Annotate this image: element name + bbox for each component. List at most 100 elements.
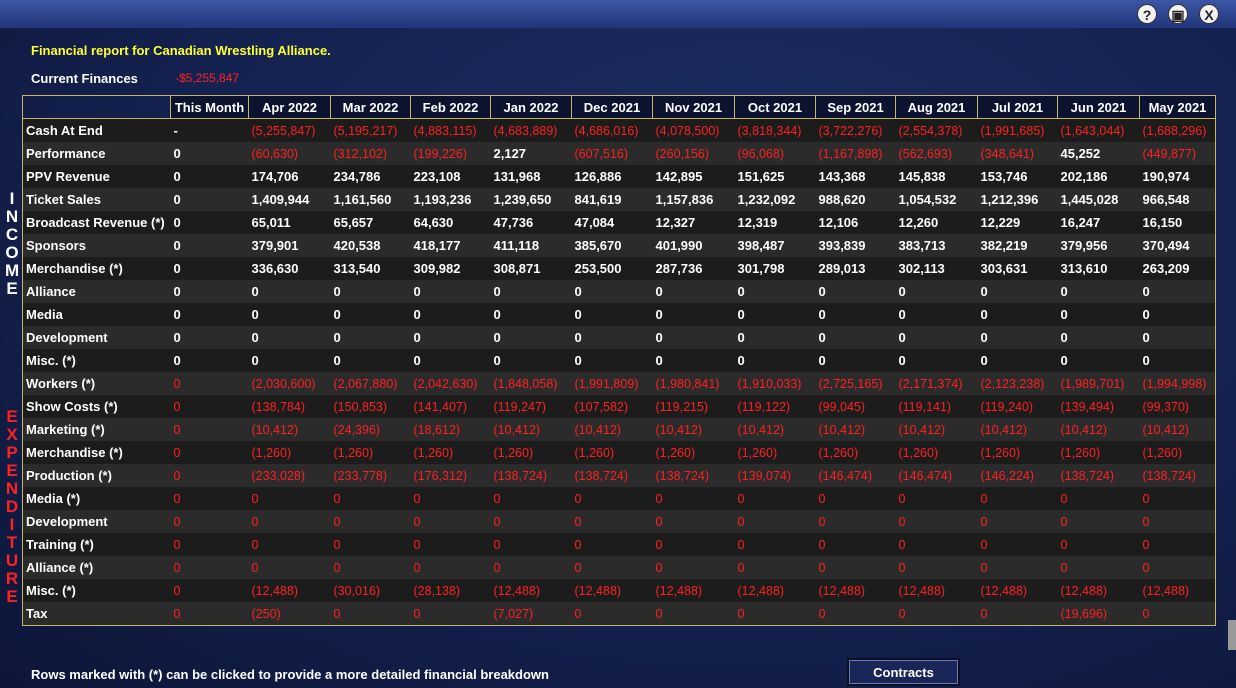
table-row: Ticket Sales 0 1,409,944 1,161,560 1,193,236… bbox=[22, 188, 1216, 211]
table-cell: 0 bbox=[1139, 487, 1216, 510]
table-cell: (233,028) bbox=[248, 464, 331, 487]
table-cell: 0 bbox=[170, 280, 249, 303]
column-header: Mar 2022 bbox=[330, 95, 411, 119]
column-header: This Month bbox=[170, 95, 249, 119]
table-cell: 0 bbox=[815, 303, 896, 326]
table-row[interactable]: Marketing (*) 0 (10,412) (24,396) (18,612) (1… bbox=[22, 418, 1216, 441]
row-label[interactable]: Merchandise (*) bbox=[22, 257, 171, 280]
table-cell: 0 bbox=[1057, 280, 1140, 303]
row-label: Ticket Sales bbox=[22, 188, 171, 211]
table-cell: 0 bbox=[571, 326, 653, 349]
table-cell: 0 bbox=[248, 303, 331, 326]
table-cell: 0 bbox=[734, 303, 816, 326]
row-label[interactable]: Merchandise (*) bbox=[22, 441, 171, 464]
table-cell: (2,554,378) bbox=[895, 118, 978, 142]
help-icon[interactable]: ? bbox=[1137, 4, 1157, 24]
row-label[interactable]: Show Costs (*) bbox=[22, 395, 171, 418]
table-cell: 151,625 bbox=[734, 165, 816, 188]
expenditure-letter: D bbox=[5, 497, 19, 516]
table-cell: (1,848,058) bbox=[490, 372, 572, 395]
table-row: Tax 0 (250) 0 0 (7,027) 0 0 0 0 0 0 (19,696) 0 bbox=[22, 602, 1216, 626]
table-cell: (3,818,344) bbox=[734, 118, 816, 142]
column-header: Dec 2021 bbox=[571, 95, 653, 119]
table-cell: 398,487 bbox=[734, 234, 816, 257]
table-row[interactable]: Merchandise (*) 0 (1,260) (1,260) (1,260) (1,… bbox=[22, 441, 1216, 464]
table-cell: 0 bbox=[1057, 303, 1140, 326]
row-label[interactable]: Production (*) bbox=[22, 464, 171, 487]
table-cell: 1,054,532 bbox=[895, 188, 978, 211]
table-cell: (138,724) bbox=[1057, 464, 1140, 487]
table-cell: (99,045) bbox=[815, 395, 896, 418]
table-cell: 126,886 bbox=[571, 165, 653, 188]
table-row[interactable]: Alliance (*) 0 0 0 0 0 0 0 0 0 0 0 0 0 bbox=[22, 556, 1216, 579]
current-finances-label: Current Finances bbox=[31, 71, 138, 86]
table-cell: (10,412) bbox=[815, 418, 896, 441]
table-cell: 382,219 bbox=[977, 234, 1058, 257]
row-label[interactable]: Training (*) bbox=[22, 533, 171, 556]
table-row[interactable]: Workers (*) 0 (2,030,600) (2,067,880) (2,042… bbox=[22, 372, 1216, 395]
table-cell: (10,412) bbox=[571, 418, 653, 441]
report-title: Financial report for Canadian Wrestling … bbox=[31, 43, 331, 58]
table-row[interactable]: Broadcast Revenue (*) 0 65,011 65,657 64,630… bbox=[22, 211, 1216, 234]
table-cell: (1,260) bbox=[248, 441, 331, 464]
table-cell: (312,102) bbox=[330, 142, 411, 165]
expenditure-letter: T bbox=[6, 533, 18, 552]
table-row[interactable]: Training (*) 0 0 0 0 0 0 0 0 0 0 0 0 0 bbox=[22, 533, 1216, 556]
row-label[interactable]: Broadcast Revenue (*) bbox=[22, 211, 171, 234]
table-row[interactable]: Misc. (*) 0 (12,488) (30,016) (28,138) (12,48… bbox=[22, 579, 1216, 602]
minimize-icon[interactable]: ▣ bbox=[1168, 4, 1188, 24]
table-cell: 1,157,836 bbox=[652, 188, 735, 211]
table-cell: (1,260) bbox=[330, 441, 411, 464]
table-cell: (1,643,044) bbox=[1057, 118, 1140, 142]
table-cell: 0 bbox=[977, 303, 1058, 326]
table-cell: (2,171,374) bbox=[895, 372, 978, 395]
contracts-button[interactable]: Contracts bbox=[847, 658, 960, 686]
table-cell: 0 bbox=[410, 533, 491, 556]
row-label[interactable]: Alliance (*) bbox=[22, 556, 171, 579]
table-cell: 12,106 bbox=[815, 211, 896, 234]
row-label[interactable]: Misc. (*) bbox=[22, 349, 171, 372]
row-label[interactable]: Media (*) bbox=[22, 487, 171, 510]
table-cell: 0 bbox=[652, 303, 735, 326]
column-header: Feb 2022 bbox=[410, 95, 491, 119]
column-header: Jul 2021 bbox=[977, 95, 1058, 119]
table-cell: 0 bbox=[571, 556, 653, 579]
table-row: Development 0 0 0 0 0 0 0 0 0 0 0 0 0 bbox=[22, 326, 1216, 349]
table-cell: (10,412) bbox=[652, 418, 735, 441]
financial-table: This Month Apr 2022 Mar 2022 Feb 2022 Jan 20… bbox=[22, 95, 1216, 626]
table-cell: (1,260) bbox=[895, 441, 978, 464]
row-label: Development bbox=[22, 326, 171, 349]
table-cell: 0 bbox=[170, 349, 249, 372]
row-label[interactable]: Misc. (*) bbox=[22, 579, 171, 602]
table-cell: 302,113 bbox=[895, 257, 978, 280]
table-cell: 385,670 bbox=[571, 234, 653, 257]
table-cell: 16,150 bbox=[1139, 211, 1216, 234]
row-label: Development bbox=[22, 510, 171, 533]
table-header: This Month Apr 2022 Mar 2022 Feb 2022 Jan 20… bbox=[22, 95, 1216, 119]
expenditure-letter: I bbox=[9, 515, 15, 534]
row-label[interactable]: Marketing (*) bbox=[22, 418, 171, 441]
table-row[interactable]: Production (*) 0 (233,028) (233,778) (176,31… bbox=[22, 464, 1216, 487]
table-row[interactable]: Merchandise (*) 0 336,630 313,540 309,982 308… bbox=[22, 257, 1216, 280]
table-cell: 303,631 bbox=[977, 257, 1058, 280]
expenditure-letter: P bbox=[6, 443, 18, 462]
table-cell: 313,540 bbox=[330, 257, 411, 280]
table-row[interactable]: Media (*) 0 0 0 0 0 0 0 0 0 0 0 0 0 bbox=[22, 487, 1216, 510]
table-cell: (1,910,033) bbox=[734, 372, 816, 395]
table-cell: 0 bbox=[1139, 533, 1216, 556]
table-cell: (1,991,685) bbox=[977, 118, 1058, 142]
table-cell: 223,108 bbox=[410, 165, 491, 188]
table-cell: 0 bbox=[895, 349, 978, 372]
table-row[interactable]: Misc. (*) 0 0 0 0 0 0 0 0 0 0 0 0 0 bbox=[22, 349, 1216, 372]
table-cell: 64,630 bbox=[410, 211, 491, 234]
row-label[interactable]: Workers (*) bbox=[22, 372, 171, 395]
table-cell: (1,260) bbox=[734, 441, 816, 464]
table-cell: 0 bbox=[248, 510, 331, 533]
table-cell: 1,161,560 bbox=[330, 188, 411, 211]
table-cell: (138,724) bbox=[1139, 464, 1216, 487]
close-icon[interactable]: X bbox=[1199, 4, 1219, 24]
table-row[interactable]: Show Costs (*) 0 (138,784) (150,853) (141,40… bbox=[22, 395, 1216, 418]
table-cell: 0 bbox=[1057, 349, 1140, 372]
table-cell: 0 bbox=[1057, 556, 1140, 579]
table-cell: 1,409,944 bbox=[248, 188, 331, 211]
